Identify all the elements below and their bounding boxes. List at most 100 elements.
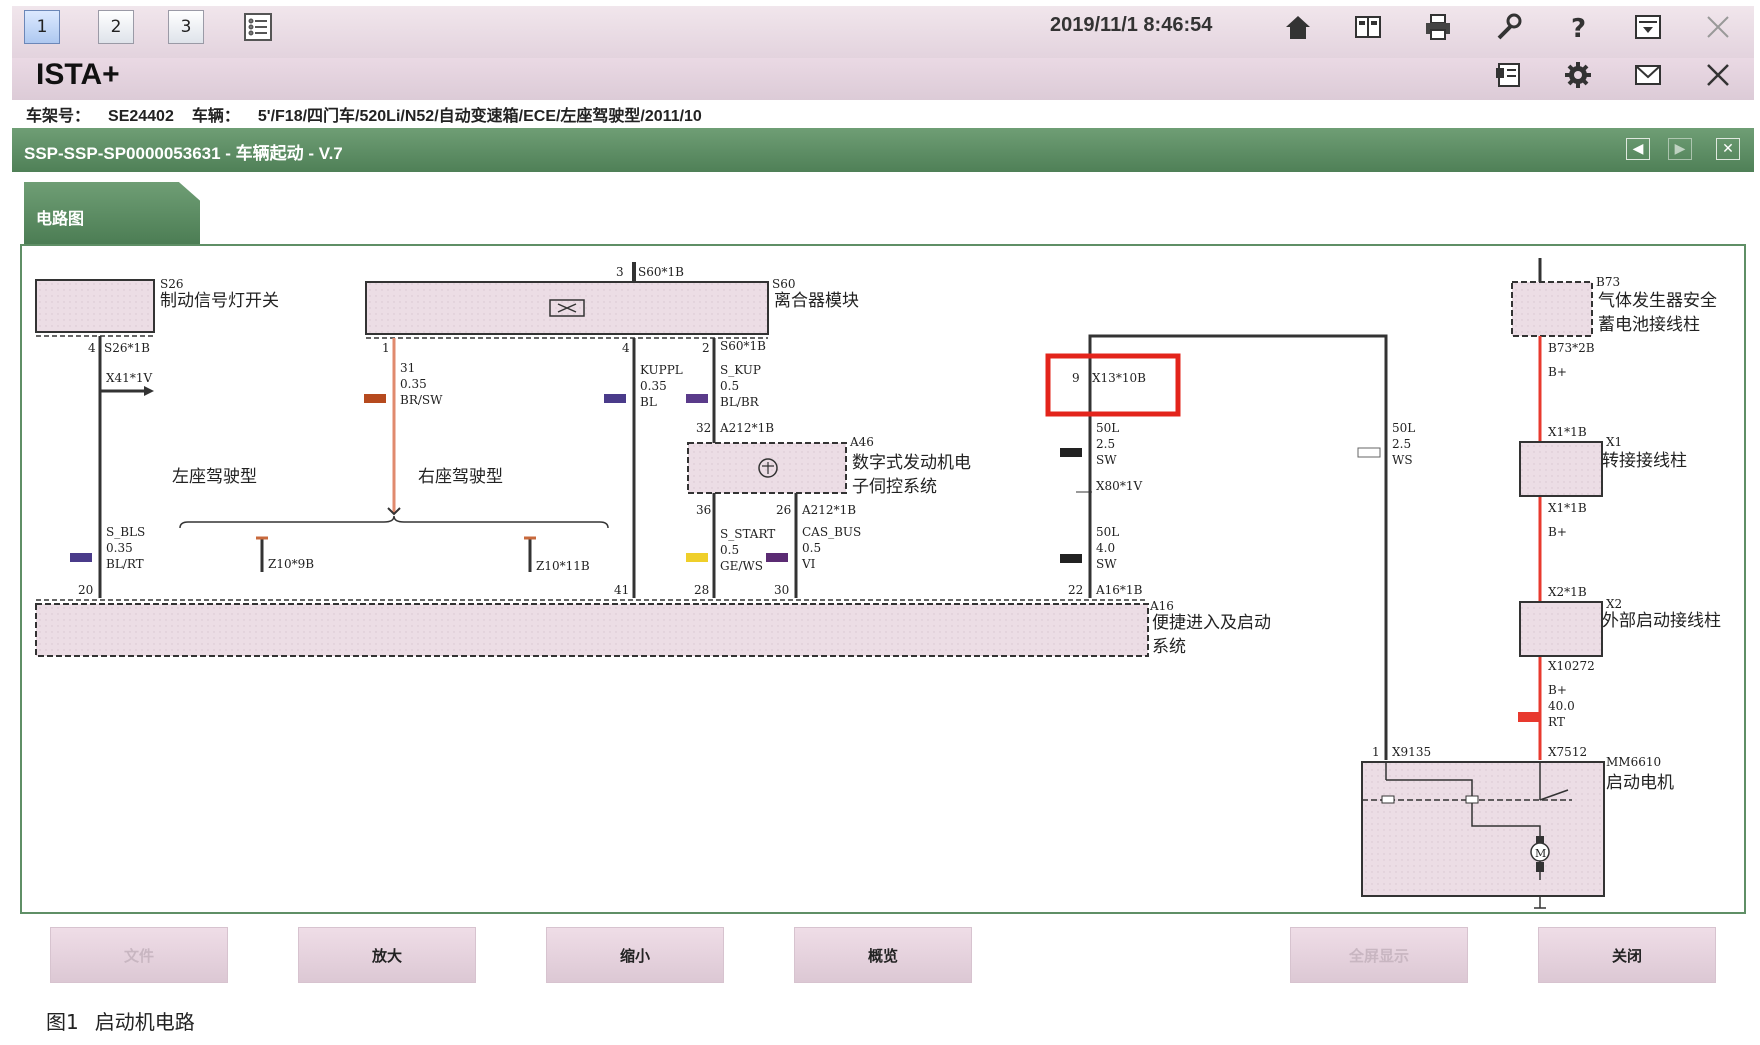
kuppl-2: 0.35 bbox=[640, 379, 667, 393]
pin-41: 41 bbox=[614, 583, 629, 597]
w50l-a-3: SW bbox=[1096, 453, 1117, 467]
overview-button[interactable]: 概览 bbox=[794, 927, 972, 983]
x1-bplus: B+ bbox=[1548, 525, 1567, 539]
tab-1-button[interactable]: 1 bbox=[24, 10, 60, 44]
skup-2: 0.5 bbox=[720, 379, 739, 393]
x1-component bbox=[1519, 441, 1603, 497]
sstart-2: 0.5 bbox=[720, 543, 739, 557]
x80-label: X80*1V bbox=[1096, 479, 1142, 493]
x10272-label: X10272 bbox=[1548, 659, 1595, 673]
file-button[interactable]: 文件 bbox=[50, 927, 228, 983]
a16-id: A16 bbox=[1149, 599, 1174, 613]
wrench-icon[interactable] bbox=[1488, 8, 1528, 46]
prev-button[interactable]: ◀ bbox=[1626, 138, 1650, 160]
s60-conn-top: S60*1B bbox=[638, 265, 684, 279]
a16-component bbox=[35, 603, 1149, 657]
pin-30: 30 bbox=[774, 583, 789, 597]
b73-conn: B73*2B bbox=[1548, 341, 1595, 355]
vin-label: 车架号： bbox=[26, 108, 91, 125]
a46-id: A46 bbox=[849, 435, 874, 449]
b73-id: B73 bbox=[1596, 275, 1620, 289]
a16-name-2: 系统 bbox=[1152, 637, 1186, 657]
casbus-2: 0.5 bbox=[802, 541, 821, 555]
x1-name: 转接接线柱 bbox=[1602, 451, 1687, 471]
x41-label: X41*1V bbox=[106, 371, 152, 385]
skup-pin: 2 bbox=[702, 341, 710, 355]
x1-conn-top: X1*1B bbox=[1548, 425, 1587, 439]
sbls-3: BL/RT bbox=[106, 557, 144, 571]
x9135-label: X9135 bbox=[1392, 745, 1431, 759]
casbus-1: CAS_BUS bbox=[802, 525, 861, 539]
x2-name: 外部启动接线柱 bbox=[1602, 611, 1721, 631]
a46-name-1: 数字式发动机电 bbox=[852, 453, 971, 473]
next-button[interactable]: ▶ bbox=[1668, 138, 1692, 160]
app-close-icon[interactable] bbox=[1698, 56, 1738, 94]
w31-3: BR/SW bbox=[400, 393, 443, 407]
vehicle-info: 车架号： SE24402 车辆： 5'/F18/四门车/520Li/N52/自动变速箱… bbox=[26, 102, 720, 126]
w50l-ws-3: WS bbox=[1392, 453, 1413, 467]
diagram-panel: S26 3 S60*1B S60 B73 B73*2B B+ 4 S26*1B … bbox=[20, 244, 1746, 914]
tab-2-button[interactable]: 2 bbox=[98, 10, 134, 44]
zoom-in-button[interactable]: 放大 bbox=[298, 927, 476, 983]
s26-conn: S26*1B bbox=[104, 341, 150, 355]
sbls-1: S_BLS bbox=[106, 525, 145, 539]
app-title: ISTA+ bbox=[36, 58, 120, 91]
home-icon[interactable] bbox=[1278, 8, 1318, 46]
wiring-diagram: S26 3 S60*1B S60 B73 B73*2B B+ 4 S26*1B … bbox=[35, 258, 1721, 909]
a212-pin: 32 bbox=[696, 421, 711, 435]
skup-3: BL/BR bbox=[720, 395, 760, 409]
tab-wiring-diagram-label: 电路图 bbox=[36, 209, 85, 228]
download-icon[interactable] bbox=[1628, 8, 1668, 46]
b73-name-2: 蓄电池接线柱 bbox=[1598, 315, 1700, 335]
w50l-b-3: SW bbox=[1096, 557, 1117, 571]
kuppl-1: KUPPL bbox=[640, 363, 683, 377]
s26-name: 制动信号灯开关 bbox=[160, 291, 279, 311]
pin-20: 20 bbox=[78, 583, 93, 597]
highlight-box bbox=[1045, 353, 1181, 417]
s26-id: S26 bbox=[160, 277, 184, 291]
close-icon[interactable] bbox=[1698, 8, 1738, 46]
w31-1: 31 bbox=[400, 361, 415, 375]
kuppl-3: BL bbox=[640, 395, 657, 409]
x1-conn-bottom: X1*1B bbox=[1548, 501, 1587, 515]
mm-id: MM6610 bbox=[1606, 755, 1661, 769]
bp40-3: RT bbox=[1548, 715, 1565, 729]
mail-icon[interactable] bbox=[1628, 56, 1668, 94]
w50l-b-1: 50L bbox=[1096, 525, 1119, 539]
s60-id: S60 bbox=[772, 277, 796, 291]
mm-name: 启动电机 bbox=[1606, 773, 1674, 793]
zoom-out-button[interactable]: 缩小 bbox=[546, 927, 724, 983]
bp40-1: B+ bbox=[1548, 683, 1567, 697]
w50l-a-1: 50L bbox=[1096, 421, 1119, 435]
a46-component bbox=[687, 442, 847, 494]
pin-28: 28 bbox=[694, 583, 709, 597]
tab-3-button[interactable]: 3 bbox=[168, 10, 204, 44]
figure-text: 启动机电路 bbox=[94, 1010, 195, 1034]
x2-conn: X2*1B bbox=[1548, 585, 1587, 599]
help-icon[interactable]: ? bbox=[1558, 8, 1598, 46]
svg-text:?: ? bbox=[1571, 14, 1586, 42]
w31-2: 0.35 bbox=[400, 377, 427, 391]
bp40-2: 40.0 bbox=[1548, 699, 1575, 713]
sbls-2: 0.35 bbox=[106, 541, 133, 555]
fullscreen-button[interactable]: 全屏显示 bbox=[1290, 927, 1468, 983]
document-close-button[interactable]: ✕ bbox=[1716, 138, 1740, 160]
book-icon[interactable] bbox=[1348, 8, 1388, 46]
starter-motor-component bbox=[1361, 761, 1605, 897]
x1-id: X1 bbox=[1606, 435, 1622, 449]
a46-name-2: 子伺控系统 bbox=[852, 477, 937, 497]
a16-conn: A16*1B bbox=[1095, 583, 1143, 597]
printer-icon[interactable] bbox=[1418, 8, 1458, 46]
gear-icon[interactable] bbox=[1558, 56, 1598, 94]
right-drive-label: 右座驾驶型 bbox=[418, 467, 503, 487]
manual-icon[interactable] bbox=[1488, 56, 1528, 94]
x13-pin: 9 bbox=[1072, 371, 1080, 385]
list-icon[interactable] bbox=[238, 8, 278, 46]
x2-component bbox=[1519, 601, 1603, 657]
motor-label: M bbox=[1535, 847, 1546, 860]
s60-pin3: 3 bbox=[616, 265, 624, 279]
vehicle-description: 5'/F18/四门车/520Li/N52/自动变速箱/ECE/左座驾驶型/201… bbox=[257, 108, 702, 125]
s26-pin: 4 bbox=[88, 341, 96, 355]
figure-number: 图1 bbox=[46, 1010, 79, 1034]
close-button[interactable]: 关闭 bbox=[1538, 927, 1716, 983]
